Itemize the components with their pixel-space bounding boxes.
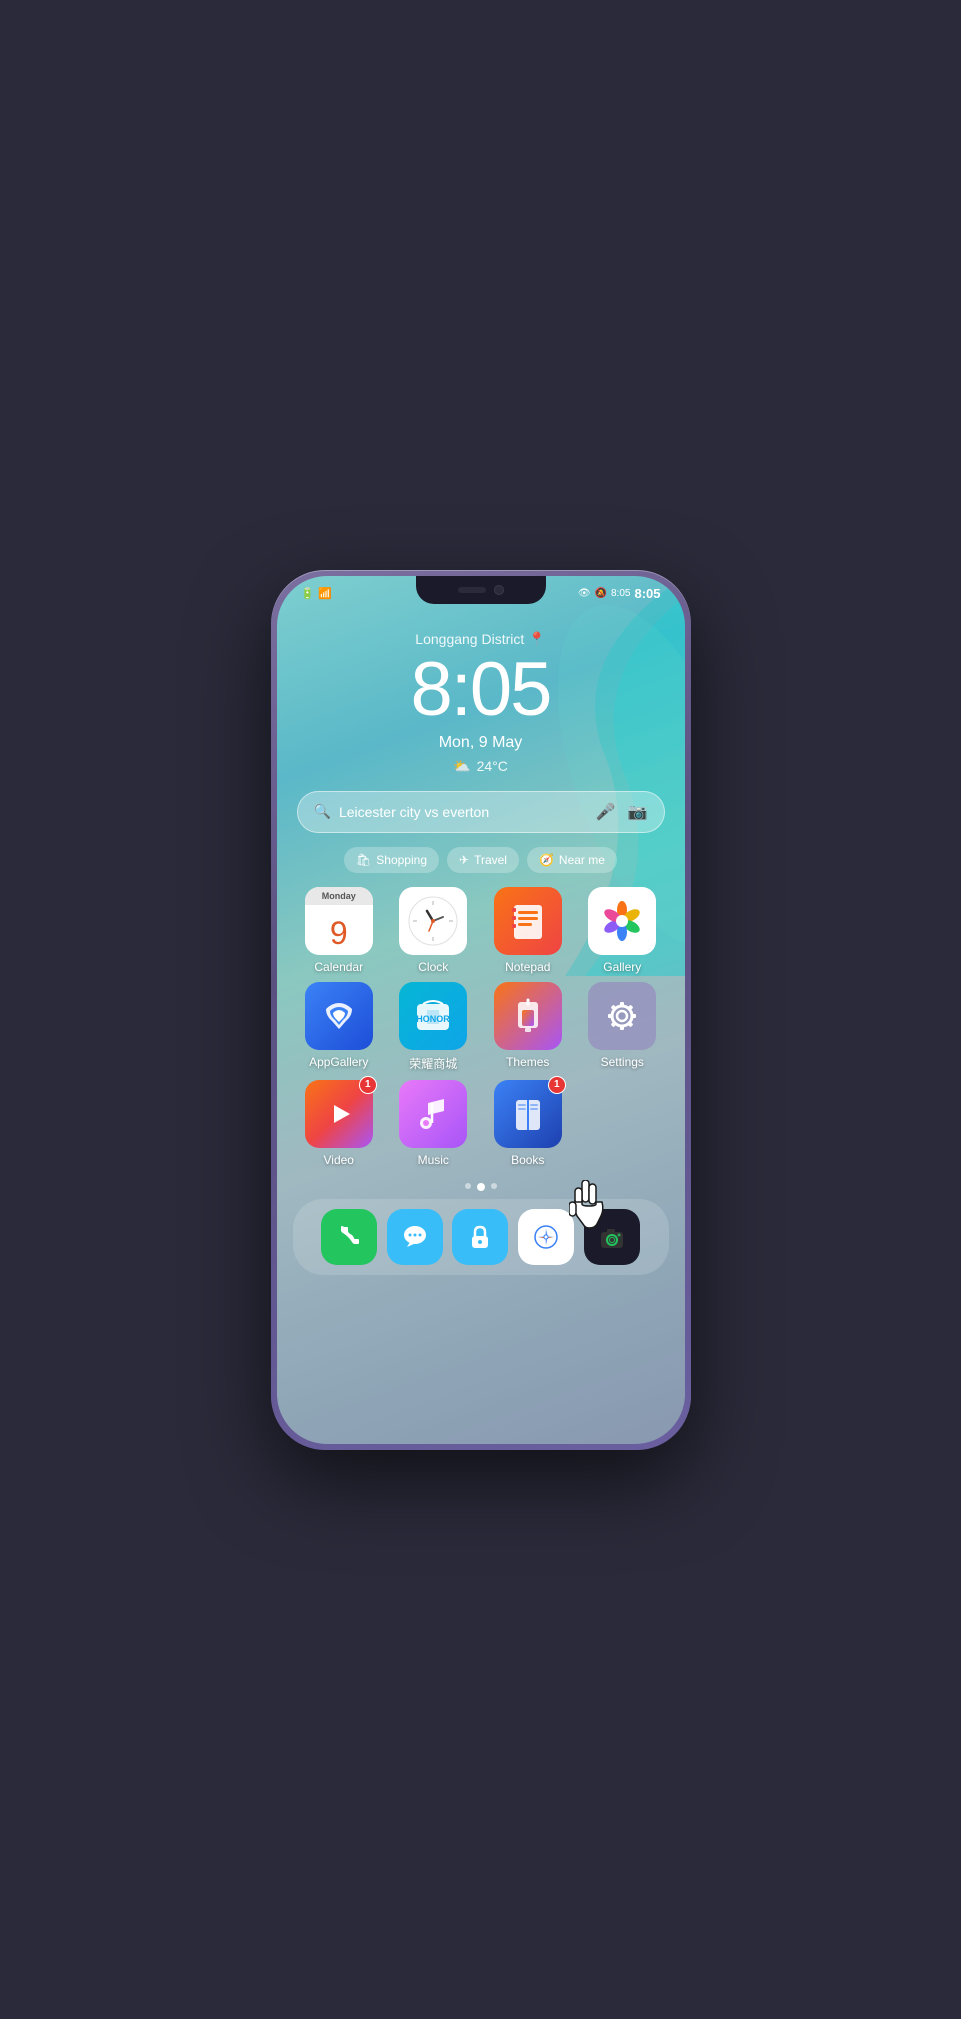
app-appgallery[interactable]: AppGallery (297, 982, 382, 1072)
calendar-label: Calendar (314, 960, 363, 974)
quick-links: 🛍 Shopping ✈ Travel 🧭 Near me (277, 841, 685, 879)
page-dot-3[interactable] (491, 1183, 497, 1189)
phone-screen: 🔋 📶 👁 🔕 8:05 8:05 Longgang District 📍 8:… (277, 576, 685, 1444)
app-video[interactable]: 1 Video (297, 1080, 382, 1167)
lock-screen-content: Longgang District 📍 8:05 Mon, 9 May ⛅ 24… (277, 601, 685, 775)
travel-icon: ✈ (459, 853, 469, 867)
quick-link-shopping[interactable]: 🛍 Shopping (344, 847, 439, 873)
nearby-icon: 🧭 (539, 853, 554, 867)
page-dot-1[interactable] (465, 1183, 471, 1189)
battery-icon: 🔋 (301, 587, 315, 600)
cloud-icon: ⛅ (453, 758, 470, 775)
app-calendar[interactable]: Monday 9 Calendar (297, 887, 382, 974)
notch (416, 576, 546, 604)
page-dots (277, 1175, 685, 1199)
app-grid-row3: 1 Video (277, 1080, 685, 1175)
status-time: 8:05 (634, 586, 660, 601)
dock-messages[interactable] (387, 1209, 443, 1265)
app-gallery[interactable]: Gallery (580, 887, 665, 974)
app-notepad[interactable]: Notepad (486, 887, 571, 974)
temperature: 24°C (477, 758, 508, 774)
dock-phone[interactable] (321, 1209, 377, 1265)
app-grid-row2: AppGallery HONOR 荣耀商城 (277, 982, 685, 1080)
camera-search-icon[interactable]: 📷 (628, 802, 648, 822)
app-clock[interactable]: Clock (391, 887, 476, 974)
status-left-icons: 🔋 📶 (301, 587, 332, 600)
books-label: Books (511, 1153, 544, 1167)
video-badge: 1 (359, 1076, 377, 1094)
video-label: Video (324, 1153, 354, 1167)
quick-link-nearby[interactable]: 🧭 Near me (527, 847, 617, 873)
appgallery-label: AppGallery (309, 1055, 368, 1069)
app-music[interactable]: Music (391, 1080, 476, 1167)
quick-link-travel[interactable]: ✈ Travel (447, 847, 519, 873)
app-settings[interactable]: Settings (580, 982, 665, 1072)
notepad-label: Notepad (505, 960, 550, 974)
search-bar[interactable]: 🔍 Leicester city vs everton 🎤 📷 (297, 791, 665, 833)
dock-camera[interactable] (584, 1209, 640, 1265)
dock-browser[interactable] (518, 1209, 574, 1265)
settings-label: Settings (601, 1055, 644, 1069)
search-area: 🔍 Leicester city vs everton 🎤 📷 (277, 775, 685, 841)
shopping-icon: 🛍 (356, 853, 371, 867)
notch-camera (494, 585, 504, 595)
lock-date: Mon, 9 May (297, 734, 665, 752)
search-query[interactable]: Leicester city vs everton (339, 804, 584, 820)
app-empty-slot (580, 1080, 665, 1167)
honor-store-label: 荣耀商城 (409, 1055, 457, 1072)
app-grid-row1: Monday 9 Calendar (277, 879, 685, 982)
app-books[interactable]: 1 Books (486, 1080, 571, 1167)
lock-time: 8:05 (297, 652, 665, 728)
bell-mute-icon: 🔕 (595, 588, 607, 599)
wifi-icon: 📶 (318, 587, 332, 600)
phone-frame: 🔋 📶 👁 🔕 8:05 8:05 Longgang District 📍 8:… (271, 570, 691, 1450)
page-dot-2[interactable] (477, 1183, 485, 1191)
location-pin-icon: 📍 (528, 631, 545, 648)
gallery-label: Gallery (603, 960, 641, 974)
location-text: Longgang District 📍 (297, 631, 665, 648)
books-badge: 1 (548, 1076, 566, 1094)
app-themes[interactable]: Themes (486, 982, 571, 1072)
notch-sensor (458, 587, 486, 593)
dock-lock[interactable] (452, 1209, 508, 1265)
dock (293, 1199, 669, 1275)
music-label: Music (418, 1153, 449, 1167)
themes-label: Themes (506, 1055, 549, 1069)
search-icon: 🔍 (314, 803, 331, 820)
weather-info: ⛅ 24°C (297, 758, 665, 775)
microphone-icon[interactable]: 🎤 (596, 802, 616, 822)
eye-icon: 👁 (578, 588, 591, 599)
app-honor-store[interactable]: HONOR 荣耀商城 (391, 982, 476, 1072)
status-right-icons: 👁 🔕 8:05 8:05 (578, 586, 661, 601)
clock-label: Clock (418, 960, 448, 974)
battery-percent: 8:05 (611, 588, 630, 599)
